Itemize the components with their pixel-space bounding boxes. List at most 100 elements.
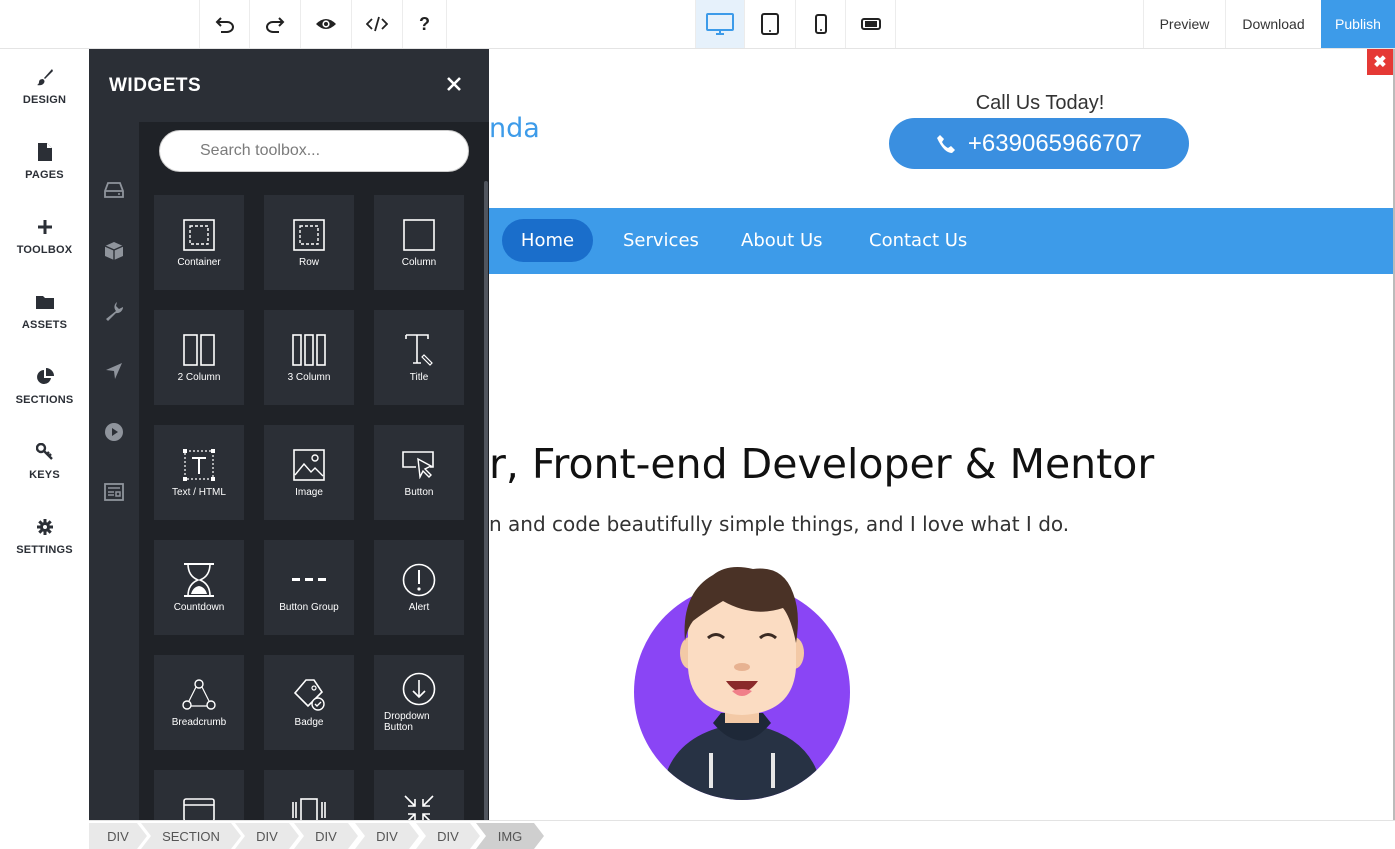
widget-image[interactable]: Image xyxy=(264,425,354,520)
widget-label: 2 Column xyxy=(177,372,221,383)
site-logo[interactable]: nda xyxy=(489,113,540,144)
close-icon: ✖ xyxy=(1373,54,1387,71)
play-icon xyxy=(105,423,123,441)
nav-contact-us[interactable]: Contact Us xyxy=(869,219,967,262)
eye-icon xyxy=(316,19,336,29)
widget-row[interactable]: Row xyxy=(264,195,354,290)
widget-label: Breadcrumb xyxy=(171,717,227,728)
call-us-heading[interactable]: Call Us Today! xyxy=(880,92,1200,115)
tab-components[interactable] xyxy=(102,239,126,263)
alert-icon xyxy=(374,560,464,600)
download-button[interactable]: Download xyxy=(1225,0,1321,48)
hero-subtitle[interactable]: n and code beautifully simple things, an… xyxy=(489,512,1389,536)
device-mobile-landscape-button[interactable] xyxy=(846,0,896,48)
rail-item-design[interactable]: DESIGN xyxy=(0,49,89,124)
carousel-icon xyxy=(264,790,354,820)
rail-item-label: ASSETS xyxy=(21,319,68,331)
rail-item-settings[interactable]: SETTINGS xyxy=(0,499,89,574)
location-arrow-icon xyxy=(106,363,122,379)
hero-title[interactable]: r, Front-end Developer & Mentor xyxy=(489,440,1389,488)
breadcrumb-icon xyxy=(154,675,244,715)
widget-button[interactable]: Button xyxy=(374,425,464,520)
widget-dropdown-button[interactable]: Dropdown Button xyxy=(374,655,464,750)
tab-media[interactable] xyxy=(102,420,126,444)
mobile-landscape-icon xyxy=(860,18,881,30)
device-tablet-button[interactable] xyxy=(745,0,796,48)
widget-alert[interactable]: Alert xyxy=(374,540,464,635)
widgets-scrollbar[interactable] xyxy=(484,181,488,820)
phone-button[interactable]: +639065966707 xyxy=(889,118,1189,169)
widget-breadcrumb[interactable]: Breadcrumb xyxy=(154,655,244,750)
element-breadcrumb: DIV SECTION DIV DIV DIV DIV IMG xyxy=(89,820,1395,849)
widgets-list: Container Row Column 2 Column 3 Column T… xyxy=(139,122,489,820)
row-icon xyxy=(264,215,354,255)
widget-label: Container xyxy=(177,257,221,268)
widget-carousel[interactable] xyxy=(264,770,354,820)
widget-text-html[interactable]: Text / HTML xyxy=(154,425,244,520)
dropdown-icon xyxy=(374,669,464,709)
tab-tools[interactable] xyxy=(102,299,126,323)
nav-home[interactable]: Home xyxy=(502,219,593,262)
gear-icon xyxy=(35,517,55,537)
code-icon xyxy=(366,16,388,32)
widget-title[interactable]: Title xyxy=(374,310,464,405)
card-icon xyxy=(154,790,244,820)
site-navbar[interactable]: Home Services About Us Contact Us xyxy=(489,208,1395,274)
widget-label: Title xyxy=(409,372,429,383)
tab-navigation[interactable] xyxy=(102,359,126,383)
preview-button[interactable]: Preview xyxy=(1143,0,1225,48)
breadcrumb-item[interactable]: SECTION xyxy=(141,823,241,849)
widget-2-column[interactable]: 2 Column xyxy=(154,310,244,405)
avatar-image[interactable] xyxy=(633,563,851,803)
tab-layout[interactable] xyxy=(102,178,126,202)
column-icon xyxy=(374,215,464,255)
widget-label: Countdown xyxy=(173,602,225,613)
redo-icon xyxy=(266,17,285,33)
search-toolbox-input[interactable] xyxy=(159,130,469,172)
code-view-button[interactable] xyxy=(352,0,403,48)
widget-column[interactable]: Column xyxy=(374,195,464,290)
nav-about-us[interactable]: About Us xyxy=(741,219,823,262)
device-desktop-button[interactable] xyxy=(695,0,745,48)
breadcrumb-item-active[interactable]: IMG xyxy=(476,823,544,849)
widget-label: Button xyxy=(404,487,434,498)
publish-button[interactable]: Publish xyxy=(1321,0,1395,48)
rail-item-sections[interactable]: SECTIONS xyxy=(0,349,89,424)
widget-card[interactable] xyxy=(154,770,244,820)
widget-label: Dropdown Button xyxy=(384,711,430,733)
rail-item-assets[interactable]: ASSETS xyxy=(0,274,89,349)
widgets-close-button[interactable] xyxy=(447,77,467,97)
rail-item-keys[interactable]: KEYS xyxy=(0,424,89,499)
device-mobile-button[interactable] xyxy=(796,0,846,48)
redo-button[interactable] xyxy=(250,0,301,48)
widget-badge[interactable]: Badge xyxy=(264,655,354,750)
rail-item-label: SECTIONS xyxy=(15,394,74,406)
preview-toggle-button[interactable] xyxy=(301,0,352,48)
breadcrumb-item[interactable]: DIV xyxy=(416,823,480,849)
left-rail: DESIGN PAGES TOOLBOX ASSETS SECTIONS KEY… xyxy=(0,49,89,849)
rail-item-label: SETTINGS xyxy=(16,544,73,556)
breadcrumb-item[interactable]: DIV xyxy=(235,823,299,849)
breadcrumb-item[interactable]: DIV xyxy=(294,823,358,849)
widget-label: Image xyxy=(295,487,323,498)
tab-content[interactable] xyxy=(102,480,126,504)
breadcrumb-item[interactable]: DIV xyxy=(89,823,147,849)
title-icon xyxy=(374,330,464,370)
widget-label: Column xyxy=(401,257,437,268)
widget-container[interactable]: Container xyxy=(154,195,244,290)
help-button[interactable]: ? xyxy=(403,0,447,48)
widget-countdown[interactable]: Countdown xyxy=(154,540,244,635)
two-column-icon xyxy=(154,330,244,370)
undo-button[interactable] xyxy=(199,0,250,48)
widget-collapse[interactable] xyxy=(374,770,464,820)
nav-services[interactable]: Services xyxy=(623,219,699,262)
breadcrumb-item[interactable]: DIV xyxy=(355,823,419,849)
canvas-close-button[interactable]: ✖ xyxy=(1367,49,1393,75)
rail-item-toolbox[interactable]: TOOLBOX xyxy=(0,199,89,274)
widget-button-group[interactable]: Button Group xyxy=(264,540,354,635)
hourglass-icon xyxy=(154,560,244,600)
button-icon xyxy=(374,445,464,485)
rail-item-pages[interactable]: PAGES xyxy=(0,124,89,199)
image-icon xyxy=(264,445,354,485)
widget-3-column[interactable]: 3 Column xyxy=(264,310,354,405)
